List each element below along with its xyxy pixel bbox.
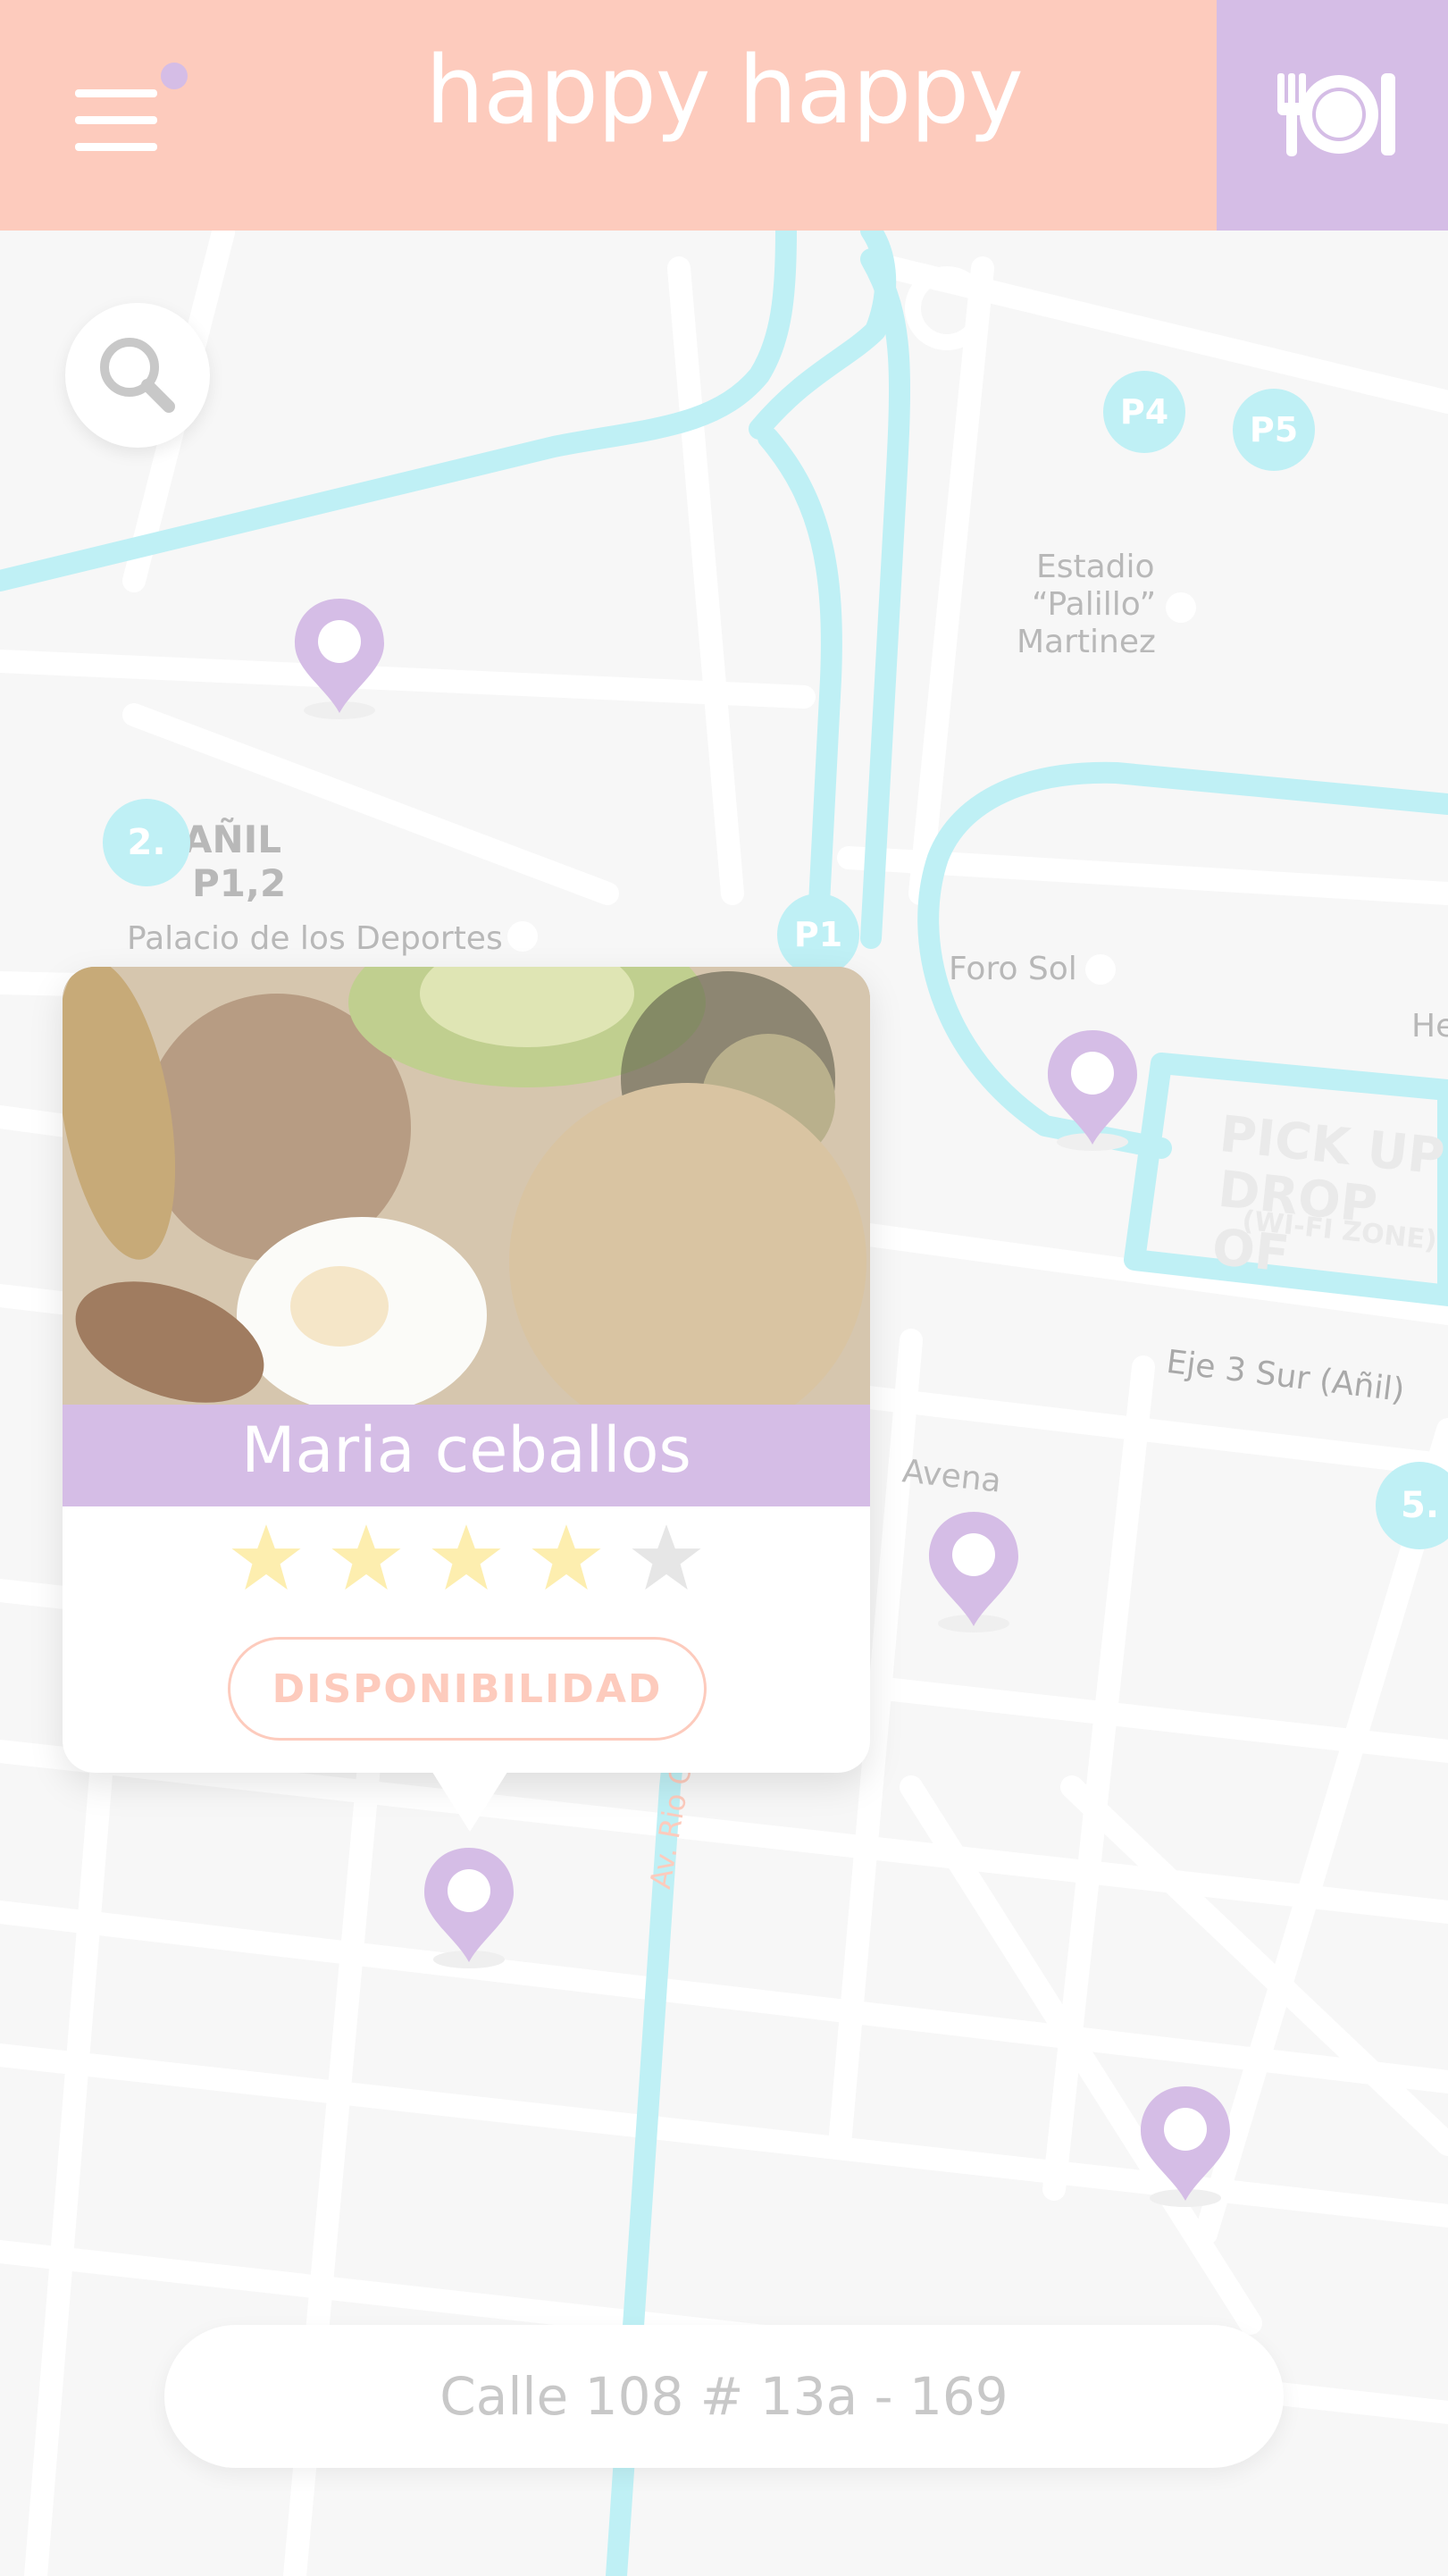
map-label-palillo: “Palillo” <box>1032 586 1157 623</box>
rating-stars <box>63 1521 870 1594</box>
app-header: happy happy <box>0 0 1448 231</box>
star-icon <box>231 1524 301 1590</box>
search-icon <box>100 338 175 413</box>
star-icon <box>531 1524 601 1590</box>
badge-p1[interactable]: P1 <box>777 894 859 976</box>
restaurant-button[interactable] <box>1217 0 1448 231</box>
search-button[interactable] <box>65 303 210 448</box>
landmark-dot <box>507 921 538 952</box>
badge-2[interactable]: 2. <box>103 799 190 886</box>
availability-button[interactable]: DISPONIBILIDAD <box>228 1637 707 1741</box>
restaurant-name: Maria ceballos <box>241 1414 691 1487</box>
map-pin-icon[interactable] <box>911 1503 1036 1637</box>
landmark-dot <box>1085 954 1116 985</box>
map-label-he: He <box>1411 1008 1448 1045</box>
map-pin-icon[interactable] <box>1030 1021 1155 1155</box>
restaurant-card[interactable]: Maria ceballos DISPONIBILIDAD <box>63 967 870 1773</box>
badge-p4[interactable]: P4 <box>1103 371 1185 453</box>
star-icon <box>632 1524 701 1590</box>
map-pin-icon[interactable] <box>277 590 402 724</box>
map-label-anil: AÑIL <box>183 818 282 861</box>
restaurant-name-bar: Maria ceballos <box>63 1405 870 1506</box>
map-label-palacio: Palacio de los Deportes <box>127 920 503 957</box>
map-label-martinez: Martinez <box>1017 624 1156 660</box>
food-photo <box>63 967 870 1405</box>
address-field[interactable]: Calle 108 # 13a - 169 <box>164 2325 1284 2468</box>
card-pointer <box>431 1769 509 1832</box>
badge-p5[interactable]: P5 <box>1233 389 1315 471</box>
landmark-dot <box>1166 592 1196 623</box>
map-label-foro-sol: Foro Sol <box>949 951 1077 987</box>
star-icon <box>331 1524 401 1590</box>
map-pin-icon[interactable] <box>406 1839 531 1973</box>
map-pin-icon[interactable] <box>1123 2077 1248 2211</box>
map-label-estadio: Estadio <box>1036 549 1155 585</box>
star-icon <box>431 1524 501 1590</box>
fork-plate-knife-icon <box>1277 73 1395 156</box>
map-label-p12: P1,2 <box>192 861 287 905</box>
